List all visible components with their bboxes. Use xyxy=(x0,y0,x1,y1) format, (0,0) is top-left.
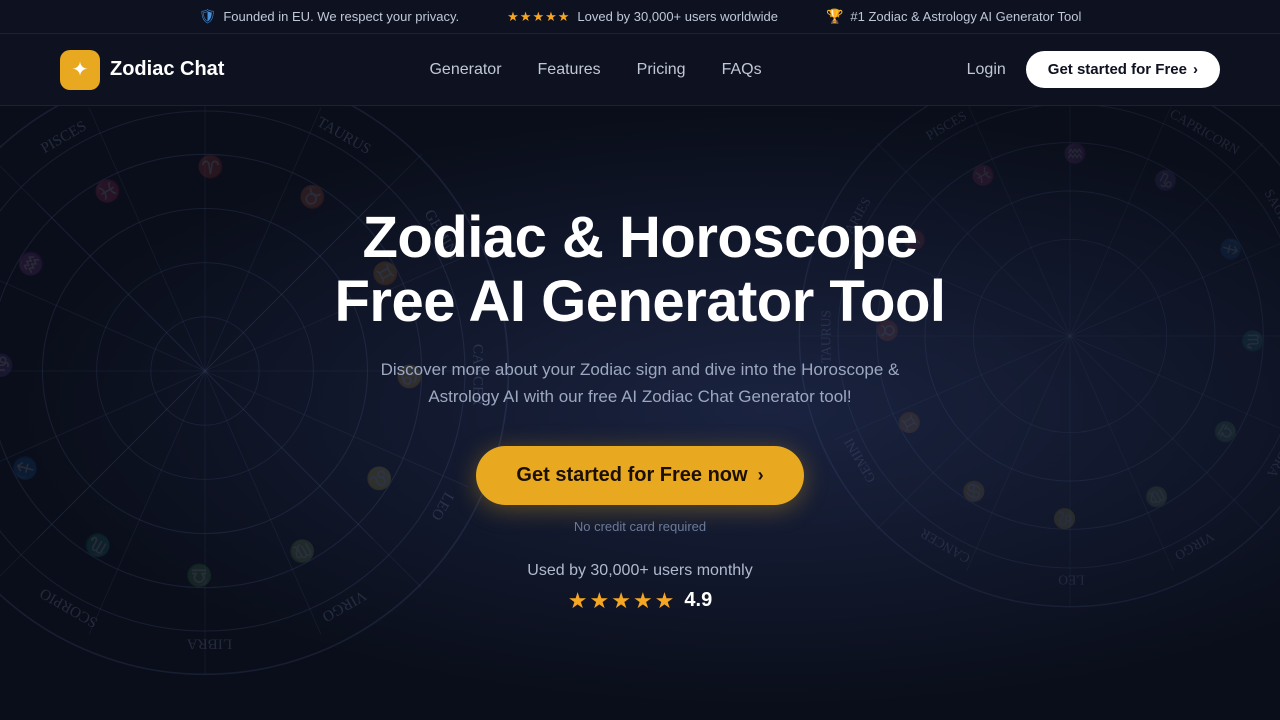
hero-section: ARIES TAURUS GEMINI CANCER LEO VIRGO LIB… xyxy=(0,106,1280,714)
nav-right: Login Get started for Free › xyxy=(967,51,1220,88)
nav-item-features[interactable]: Features xyxy=(538,61,601,78)
navbar: ✦ Zodiac Chat Generator Features Pricing… xyxy=(0,34,1280,106)
logo-icon: ✦ xyxy=(60,50,100,90)
shield-icon: 🛡 xyxy=(199,8,217,25)
hero-subtitle: Discover more about your Zodiac sign and… xyxy=(360,356,920,410)
svg-text:PISCES: PISCES xyxy=(38,117,90,157)
svg-text:SAGITTARIUS: SAGITTARIUS xyxy=(1261,187,1280,270)
svg-text:♒: ♒ xyxy=(13,246,48,282)
topbar-item-users: ★★★★★ Loved by 30,000+ users worldwide xyxy=(507,9,778,25)
logo-text: Zodiac Chat xyxy=(110,58,224,81)
nav-cta-button[interactable]: Get started for Free › xyxy=(1026,51,1220,88)
rating-number: 4.9 xyxy=(684,589,712,612)
topbar-stars: ★★★★★ xyxy=(507,9,570,25)
topbar-item-rank: 🏆 #1 Zodiac & Astrology AI Generator Too… xyxy=(826,8,1081,25)
svg-text:♒: ♒ xyxy=(1063,142,1087,165)
svg-text:♈: ♈ xyxy=(197,154,224,179)
nav-links: Generator Features Pricing FAQs xyxy=(429,61,761,79)
no-credit-text: No credit card required xyxy=(335,519,946,534)
rating-stars: ★★★★★ xyxy=(568,588,677,614)
svg-text:♑: ♑ xyxy=(0,352,13,379)
svg-text:♏: ♏ xyxy=(80,528,116,563)
topbar-item-privacy: 🛡 Founded in EU. We respect your privacy… xyxy=(199,8,460,25)
hero-title: Zodiac & Horoscope Free AI Generator Too… xyxy=(335,206,946,334)
svg-text:PISCES: PISCES xyxy=(923,108,969,143)
svg-text:♑: ♑ xyxy=(1150,165,1182,197)
logo[interactable]: ✦ Zodiac Chat xyxy=(60,50,224,90)
svg-text:VIRGO: VIRGO xyxy=(1172,529,1217,564)
nav-item-generator[interactable]: Generator xyxy=(429,61,501,78)
svg-text:♎: ♎ xyxy=(1209,416,1241,448)
hero-content: Zodiac & Horoscope Free AI Generator Too… xyxy=(315,206,966,614)
svg-text:♎: ♎ xyxy=(186,563,213,588)
svg-text:LIBRA: LIBRA xyxy=(187,636,233,653)
users-stat: Used by 30,000+ users monthly xyxy=(335,562,946,580)
topbar-privacy-text: Founded in EU. We respect your privacy. xyxy=(223,9,459,24)
nav-item-faqs[interactable]: FAQs xyxy=(722,61,762,78)
nav-item-pricing[interactable]: Pricing xyxy=(637,61,686,78)
svg-text:LEO: LEO xyxy=(1058,573,1085,588)
topbar-rank-text: #1 Zodiac & Astrology AI Generator Tool xyxy=(850,9,1081,24)
svg-text:CAPRICORN: CAPRICORN xyxy=(1167,106,1242,158)
hero-cta-button[interactable]: Get started for Free now › xyxy=(476,446,803,505)
topbar-users-text: Loved by 30,000+ users worldwide xyxy=(577,9,778,24)
login-button[interactable]: Login xyxy=(967,61,1006,79)
svg-text:♌: ♌ xyxy=(1053,507,1077,530)
svg-text:♏: ♏ xyxy=(1241,329,1264,353)
top-bar: 🛡 Founded in EU. We respect your privacy… xyxy=(0,0,1280,34)
trophy-icon: 🏆 xyxy=(826,8,843,25)
svg-text:SCORPIO: SCORPIO xyxy=(37,584,101,631)
rating-row: ★★★★★ 4.9 xyxy=(335,588,946,614)
